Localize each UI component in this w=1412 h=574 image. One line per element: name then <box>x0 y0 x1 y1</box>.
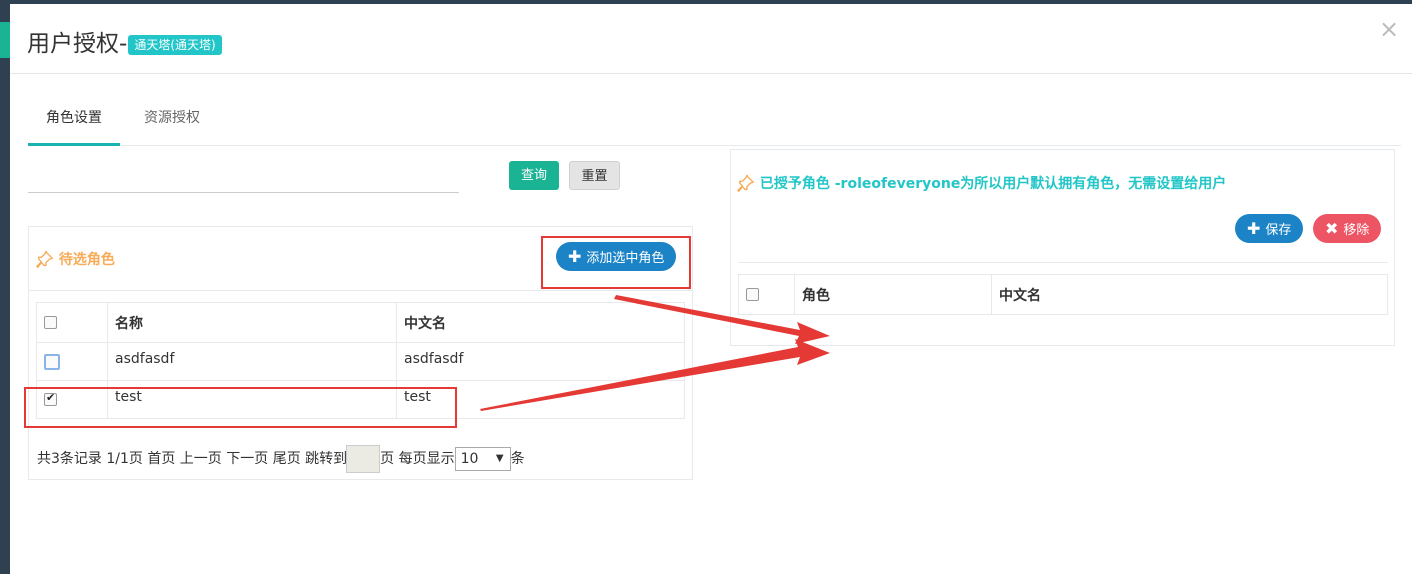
annotation-arrows <box>480 295 830 411</box>
annotation-arrow-lower <box>480 339 830 411</box>
annotation-arrow-upper <box>614 295 830 344</box>
